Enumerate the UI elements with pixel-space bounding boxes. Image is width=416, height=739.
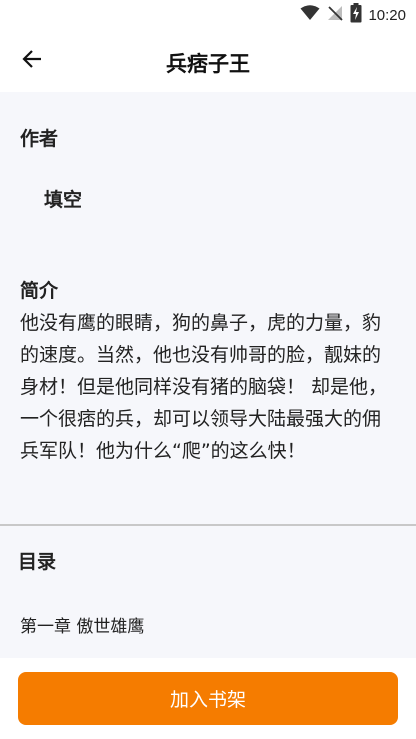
status-bar: 10:20: [0, 0, 416, 30]
author-heading: 作者: [20, 128, 59, 150]
add-to-shelf-button[interactable]: 加入书架: [18, 672, 398, 725]
no-signal-icon: [326, 4, 344, 26]
status-icons: 10:20: [300, 3, 406, 27]
bottom-action-bar: 加入书架: [0, 658, 416, 739]
app-bar: 兵痞子王: [0, 30, 416, 92]
page-title: 兵痞子王: [166, 52, 250, 76]
catalog-heading: 目录: [18, 551, 57, 573]
divider: [0, 524, 416, 526]
status-time: 10:20: [368, 6, 406, 24]
book-detail-content[interactable]: 作者 填空 简介 他没有鹰的眼睛，狗的鼻子，虎的力量，豹的速度。当然，他也没有帅…: [0, 92, 416, 658]
wifi-icon: [300, 5, 320, 25]
battery-charging-icon: [350, 3, 362, 27]
author-name: 填空: [44, 189, 83, 211]
intro-heading: 简介: [20, 280, 59, 302]
intro-text: 他没有鹰的眼睛，狗的鼻子，虎的力量，豹的速度。当然，他也没有帅哥的脸，靓妹的身材…: [20, 312, 388, 462]
chapter-item[interactable]: 第一章 傲世雄鹰: [20, 612, 144, 637]
